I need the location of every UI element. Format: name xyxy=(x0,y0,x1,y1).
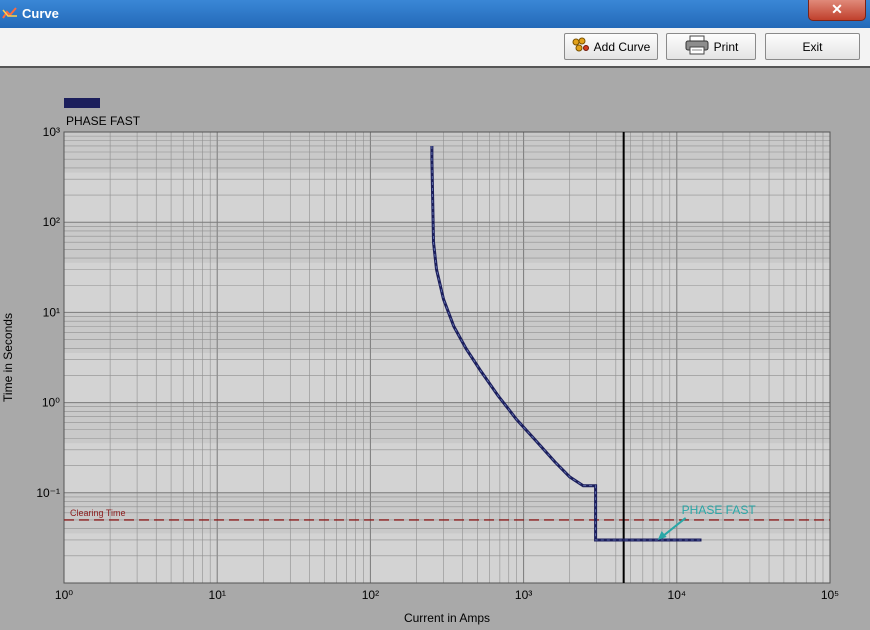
close-icon: ✕ xyxy=(831,1,843,17)
legend-swatch xyxy=(64,98,100,108)
tcc-chart: 10⁰ 10¹ 10² 10³ 10⁴ 10⁵ 10⁻¹ 10⁰ 10¹ 10² 10³ Curren… xyxy=(1,98,839,625)
title-bar: Curve ✕ xyxy=(0,0,870,28)
y-tick-label: 10² xyxy=(43,215,60,229)
curve-icon xyxy=(2,6,18,20)
print-label: Print xyxy=(713,39,739,54)
y-tick-label: 10⁻¹ xyxy=(36,486,60,500)
x-tick-label: 10¹ xyxy=(209,588,226,602)
window-title: Curve xyxy=(22,6,59,21)
close-button[interactable]: ✕ xyxy=(808,0,866,21)
x-tick-label: 10² xyxy=(362,588,379,602)
x-tick-label: 10⁵ xyxy=(821,588,839,602)
print-button[interactable]: Print xyxy=(666,33,756,60)
add-curve-label: Add Curve xyxy=(593,39,651,54)
y-axis-label: Time in Seconds xyxy=(1,313,15,402)
clearing-time-label: Clearing Time xyxy=(70,508,126,518)
x-tick-label: 10³ xyxy=(515,588,532,602)
y-tick-label: 10³ xyxy=(43,125,60,139)
toolbar: Add Curve Print Exit xyxy=(0,28,870,68)
add-curve-button[interactable]: Add Curve xyxy=(564,33,658,60)
exit-button[interactable]: Exit xyxy=(765,33,860,60)
chart-area: 10⁰ 10¹ 10² 10³ 10⁴ 10⁵ 10⁻¹ 10⁰ 10¹ 10² 10³ Curren… xyxy=(0,68,870,625)
exit-label: Exit xyxy=(802,39,823,54)
printer-icon xyxy=(684,35,710,58)
y-tick-label: 10¹ xyxy=(43,305,60,319)
x-tick-label: 10⁰ xyxy=(55,588,73,602)
x-tick-label: 10⁴ xyxy=(668,588,687,602)
x-axis-label: Current in Amps xyxy=(404,611,490,625)
annotation-label: PHASE FAST xyxy=(682,503,757,517)
legend-label: PHASE FAST xyxy=(66,114,141,128)
add-curve-icon xyxy=(572,37,590,56)
y-tick-label: 10⁰ xyxy=(42,396,60,410)
